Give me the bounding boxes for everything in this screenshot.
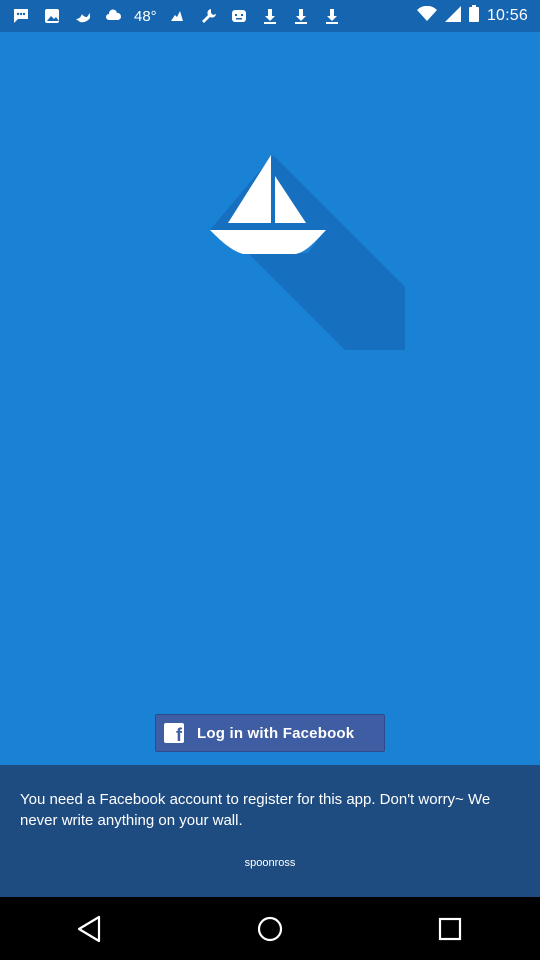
bird-icon xyxy=(166,5,188,27)
recents-button[interactable] xyxy=(420,899,480,959)
back-icon xyxy=(77,915,101,942)
system-icons: 10:56 xyxy=(416,5,528,27)
back-button[interactable] xyxy=(60,899,120,959)
chat-bubble-icon xyxy=(10,5,32,27)
wifi-icon xyxy=(416,5,437,27)
home-button[interactable] xyxy=(240,899,300,959)
cloud-temperature-icon xyxy=(103,5,125,27)
temperature-text: 48° xyxy=(134,7,157,25)
download-icon xyxy=(259,5,281,27)
facebook-login-label: Log in with Facebook xyxy=(197,724,355,742)
navigation-bar xyxy=(0,897,540,960)
facebook-login-button[interactable]: f Log in with Facebook xyxy=(155,714,385,752)
download-icon xyxy=(290,5,312,27)
facebook-requirement-message: You need a Facebook account to register … xyxy=(20,791,491,829)
wrench-icon xyxy=(197,5,219,27)
sailboat-logo-icon xyxy=(205,150,415,360)
download-icon xyxy=(321,5,343,27)
clock-text: 10:56 xyxy=(486,7,528,24)
login-screen: 48° 10:56 f Log in with Facebook You nee… xyxy=(0,0,540,960)
bird-icon xyxy=(72,5,94,27)
home-icon xyxy=(257,916,283,941)
credit-text: spoonross xyxy=(244,857,296,869)
battery-icon xyxy=(468,5,479,27)
image-icon xyxy=(41,5,63,27)
notification-icons: 48° xyxy=(10,5,343,27)
signal-icon xyxy=(444,5,461,27)
recents-icon xyxy=(438,917,462,940)
facebook-icon: f xyxy=(164,723,184,744)
status-bar: 48° 10:56 xyxy=(0,0,540,32)
face-icon xyxy=(228,5,250,27)
info-panel: You need a Facebook account to register … xyxy=(0,765,540,897)
